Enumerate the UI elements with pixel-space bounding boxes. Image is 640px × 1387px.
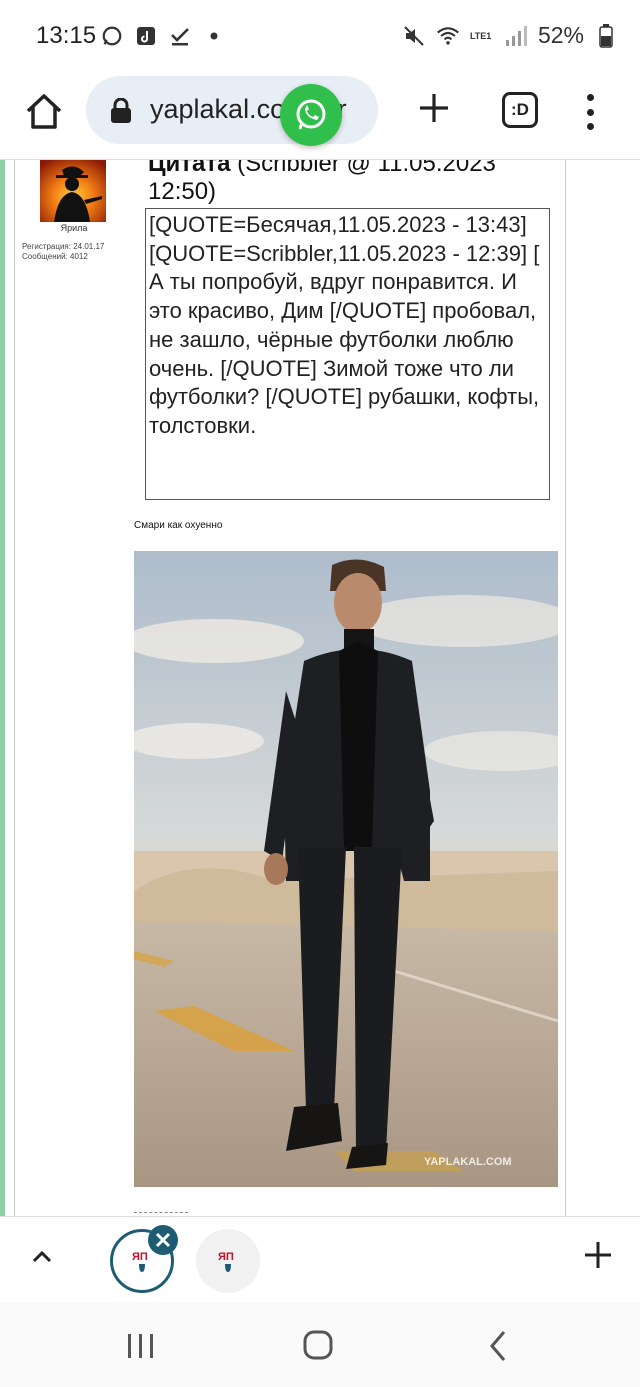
tabs-button[interactable]: :D: [502, 92, 538, 128]
user-meta: Регистрация: 24.01.17 Сообщений: 4012: [22, 242, 104, 262]
whatsapp-icon: [100, 24, 124, 48]
menu-button[interactable]: [580, 90, 600, 134]
add-tab-button[interactable]: [580, 1237, 616, 1277]
browser-toolbar: yaplakal.com/for :D: [0, 76, 640, 160]
home-nav-button[interactable]: [298, 1328, 338, 1364]
menu-dot: [586, 123, 594, 130]
post-stripe: [0, 160, 5, 1216]
lock-icon: [111, 98, 131, 123]
battery-percent: 52%: [537, 22, 584, 48]
back-button[interactable]: [480, 1328, 520, 1364]
message-count: Сообщений: 4012: [22, 252, 88, 261]
system-nav-bar: [0, 1302, 640, 1387]
quote-box: [QUOTE=Бесячая,11.05.2023 - 13:43] [QUOT…: [145, 208, 550, 500]
chevron-up-icon: [32, 1250, 52, 1263]
tiktok-icon: [134, 24, 158, 48]
wifi-icon: [436, 24, 460, 48]
signature-divider: [134, 1212, 188, 1213]
post-message: Смари как охуенно: [134, 520, 223, 531]
dot-icon: [202, 24, 226, 48]
yaplakal-logo-icon: ЯП: [218, 1251, 234, 1272]
page-content: Ярила Регистрация: 24.01.17 Сообщений: 4…: [0, 160, 640, 1216]
expand-tabs-button[interactable]: [28, 1243, 56, 1271]
menu-dot: [586, 108, 594, 116]
svg-text:ЯП: ЯП: [132, 1251, 148, 1263]
recent-apps-button[interactable]: [120, 1328, 160, 1364]
tab-switcher-strip: ЯП ЯП: [0, 1216, 640, 1302]
close-tab-button[interactable]: [148, 1225, 178, 1255]
whatsapp-icon: [296, 99, 326, 130]
new-tab-button[interactable]: [414, 90, 454, 130]
lte-label: LTE1: [469, 30, 492, 41]
home-icon: [303, 1330, 333, 1360]
svg-text:ЯП: ЯП: [218, 1251, 234, 1263]
quote-label: Цитата: [148, 160, 231, 177]
signal-icon: [504, 24, 528, 48]
recent-apps-icon: [128, 1334, 153, 1358]
photo-watermark: YAPLAKAL.COM: [424, 1156, 512, 1168]
status-bar: 13:15 LTE1 52%: [0, 0, 640, 76]
tab-yaplakal[interactable]: ЯП: [196, 1229, 260, 1293]
whatsapp-chat-bubble[interactable]: [280, 84, 342, 146]
post-image[interactable]: YAPLAKAL.COM: [134, 551, 558, 1187]
status-time: 13:15: [36, 22, 97, 49]
quote-header: Цитата (Scribbler @ 11.05.2023 12:50): [148, 160, 548, 206]
battery-icon: [594, 23, 618, 48]
avatar[interactable]: [40, 160, 106, 222]
back-icon: [490, 1331, 506, 1361]
user-name[interactable]: Ярила: [44, 223, 104, 233]
check-icon: [168, 24, 192, 48]
mute-icon: [402, 24, 426, 48]
plus-icon: [585, 1242, 611, 1268]
home-button[interactable]: [22, 90, 66, 134]
menu-dot: [586, 94, 594, 101]
system-icons: LTE1 52%: [402, 22, 618, 49]
close-icon: [155, 1232, 171, 1248]
notification-icons: [100, 24, 226, 48]
plus-icon: [420, 94, 448, 122]
home-icon: [26, 94, 62, 129]
registration-date: Регистрация: 24.01.17: [22, 242, 105, 251]
